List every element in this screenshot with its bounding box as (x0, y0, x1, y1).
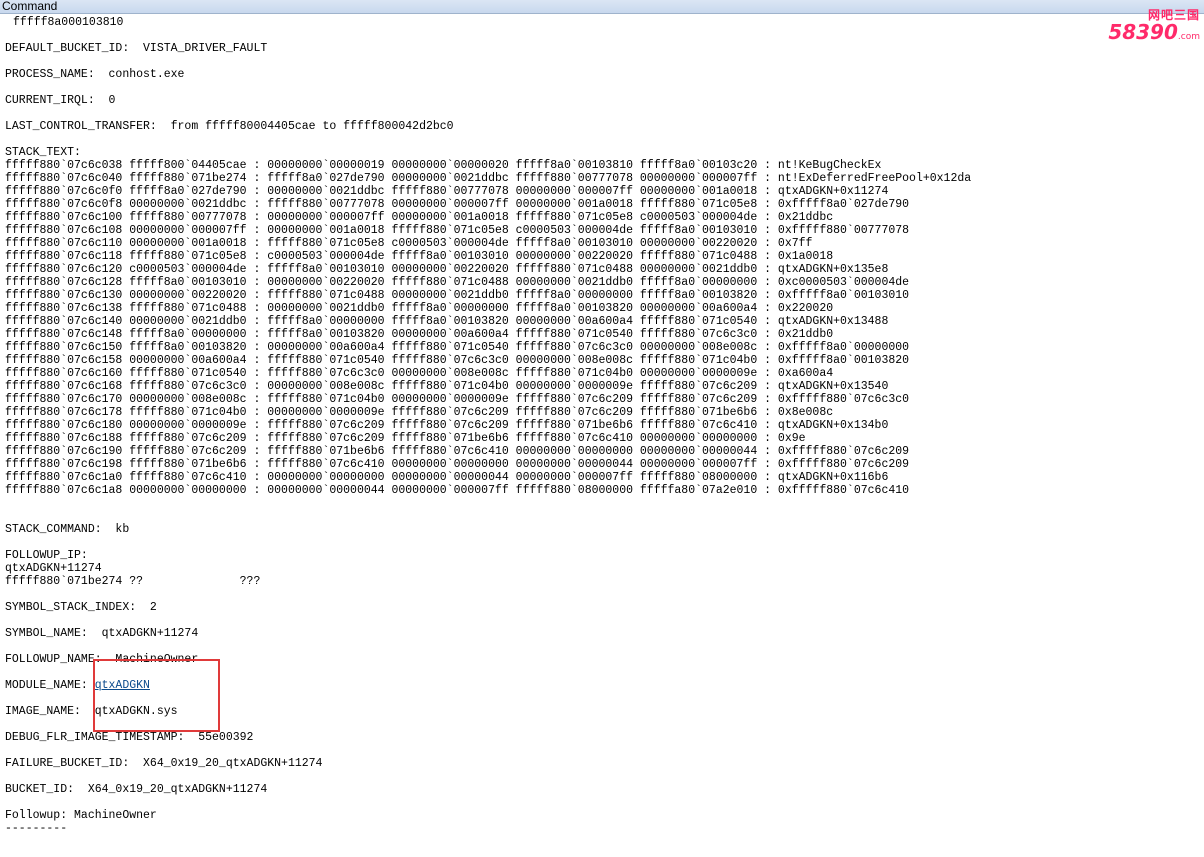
stack-row: fffff880`07c6c170 00000000`008e008c : ff… (5, 393, 910, 406)
stack-row: fffff880`07c6c040 fffff880`071be274 : ff… (5, 172, 972, 185)
followup-name-line: FOLLOWUP_NAME: MachineOwner (5, 653, 199, 666)
module-name-link[interactable]: qtxADGKN (95, 679, 150, 692)
stack-row: fffff880`07c6c140 00000000`0021ddb0 : ff… (5, 315, 889, 328)
debug-flr-image-timestamp-line: DEBUG_FLR_IMAGE_TIMESTAMP: 55e00392 (5, 731, 254, 744)
stack-row: fffff880`07c6c190 fffff880`07c6c209 : ff… (5, 445, 910, 458)
stack-row: fffff880`07c6c1a0 fffff880`07c6c410 : 00… (5, 471, 889, 484)
stack-row: fffff880`07c6c150 fffff8a0`00103820 : 00… (5, 341, 910, 354)
stack-row: fffff880`07c6c138 fffff880`071c0488 : 00… (5, 302, 834, 315)
stack-trace: fffff880`07c6c038 fffff800`04405cae : 00… (5, 159, 1204, 497)
followup-line: Followup: MachineOwner (5, 809, 157, 822)
stack-row: fffff880`07c6c128 fffff8a0`00103010 : 00… (5, 276, 910, 289)
default-bucket-id-line: DEFAULT_BUCKET_ID: VISTA_DRIVER_FAULT (5, 42, 268, 55)
last-control-transfer-line: LAST_CONTROL_TRANSFER: from fffff8000440… (5, 120, 454, 133)
failure-bucket-id-line: FAILURE_BUCKET_ID: X64_0x19_20_qtxADGKN+… (5, 757, 323, 770)
stack-row: fffff880`07c6c198 fffff880`071be6b6 : ff… (5, 458, 910, 471)
followup-ip-label: FOLLOWUP_IP: (5, 549, 88, 562)
followup-ip-symbol: qtxADGKN+11274 (5, 562, 102, 575)
stack-row: fffff880`07c6c180 00000000`0000009e : ff… (5, 419, 889, 432)
stack-row: fffff880`07c6c118 fffff880`071c05e8 : c0… (5, 250, 834, 263)
bucket-id-line: BUCKET_ID: X64_0x19_20_qtxADGKN+11274 (5, 783, 268, 796)
symbol-name-line: SYMBOL_NAME: qtxADGKN+11274 (5, 627, 199, 640)
stack-row: fffff880`07c6c1a8 00000000`00000000 : 00… (5, 484, 910, 497)
separator-line: --------- (5, 822, 68, 835)
stack-row: fffff880`07c6c158 00000000`00a600a4 : ff… (5, 354, 910, 367)
header-line: fffff8a000103810 (13, 16, 124, 29)
stack-row: fffff880`07c6c108 00000000`000007ff : 00… (5, 224, 910, 237)
followup-ip-address: fffff880`071be274 ?? ??? (5, 575, 261, 588)
stack-row: fffff880`07c6c120 c0000503`000004de : ff… (5, 263, 889, 276)
command-output[interactable]: fffff8a000103810 DEFAULT_BUCKET_ID: VIST… (0, 16, 1204, 857)
stack-row: fffff880`07c6c0f8 00000000`0021ddbc : ff… (5, 198, 910, 211)
stack-row: fffff880`07c6c130 00000000`00220020 : ff… (5, 289, 910, 302)
stack-row: fffff880`07c6c100 fffff880`00777078 : 00… (5, 211, 834, 224)
stack-text-label: STACK_TEXT: (5, 146, 81, 159)
stack-command-line: STACK_COMMAND: kb (5, 523, 130, 536)
stack-row: fffff880`07c6c160 fffff880`071c0540 : ff… (5, 367, 834, 380)
current-irql-line: CURRENT_IRQL: 0 (5, 94, 116, 107)
image-name-line: IMAGE_NAME: qtxADGKN.sys (5, 705, 178, 718)
stack-row: fffff880`07c6c168 fffff880`07c6c3c0 : 00… (5, 380, 889, 393)
process-name-line: PROCESS_NAME: conhost.exe (5, 68, 185, 81)
window-title: Command (2, 0, 58, 13)
window-title-bar[interactable]: Command (0, 0, 1204, 14)
symbol-stack-index-line: SYMBOL_STACK_INDEX: 2 (5, 601, 157, 614)
stack-row: fffff880`07c6c110 00000000`001a0018 : ff… (5, 237, 813, 250)
stack-row: fffff880`07c6c188 fffff880`07c6c209 : ff… (5, 432, 806, 445)
stack-row: fffff880`07c6c148 fffff8a0`00000000 : ff… (5, 328, 834, 341)
module-name-label: MODULE_NAME: (5, 679, 95, 692)
stack-row: fffff880`07c6c178 fffff880`071c04b0 : 00… (5, 406, 834, 419)
module-name-line: MODULE_NAME: qtxADGKN (5, 679, 1204, 692)
stack-row: fffff880`07c6c038 fffff800`04405cae : 00… (5, 159, 882, 172)
stack-row: fffff880`07c6c0f0 fffff8a0`027de790 : 00… (5, 185, 889, 198)
